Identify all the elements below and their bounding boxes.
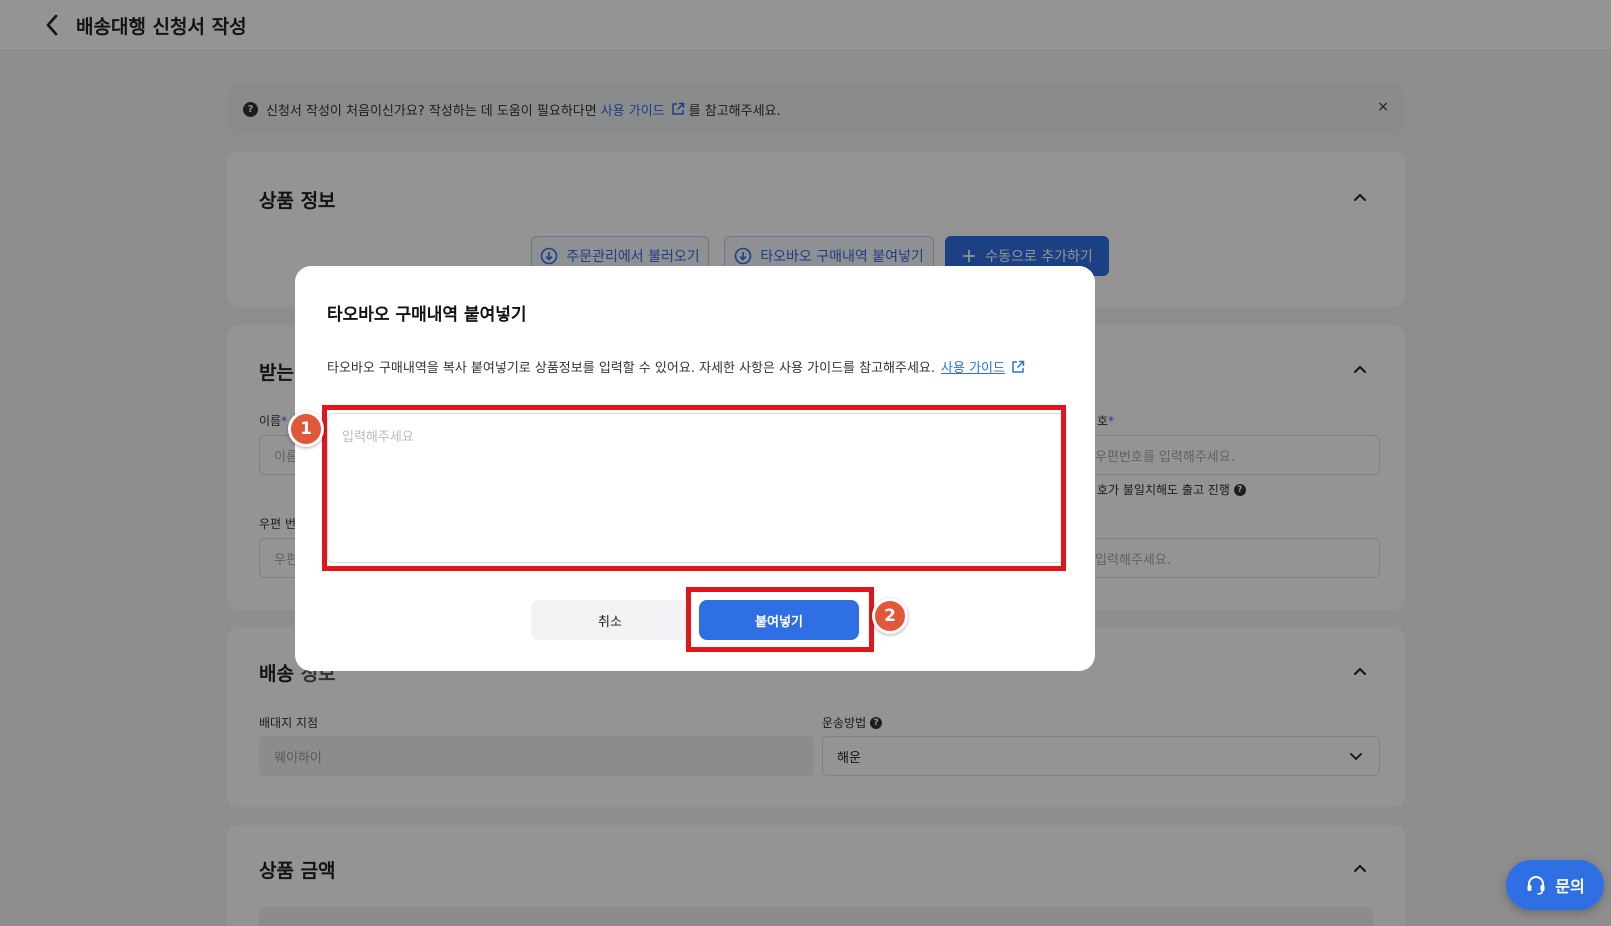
inquiry-button[interactable]: 문의 bbox=[1506, 860, 1604, 910]
modal-title: 타오바오 구매내역 붙여넣기 bbox=[327, 305, 527, 325]
inquiry-label: 문의 bbox=[1555, 877, 1585, 896]
headset-icon bbox=[1527, 876, 1545, 895]
cancel-button[interactable]: 취소 bbox=[531, 600, 689, 640]
step-badge-2: 2 bbox=[872, 598, 908, 634]
taobao-paste-modal: 타오바오 구매내역 붙여넣기 타오바오 구매내역을 복사 붙여넣기로 상품정보를… bbox=[295, 266, 1095, 671]
external-link-icon bbox=[1012, 360, 1025, 373]
modal-guide-link-label: 사용 가이드 bbox=[941, 361, 1005, 376]
paste-textarea[interactable] bbox=[327, 413, 1065, 563]
paste-button[interactable]: 붙여넣기 bbox=[699, 600, 859, 640]
modal-description: 타오바오 구매내역을 복사 붙여넣기로 상품정보를 입력할 수 있어요. 자세한… bbox=[327, 357, 1025, 376]
modal-description-text: 타오바오 구매내역을 복사 붙여넣기로 상품정보를 입력할 수 있어요. 자세한… bbox=[327, 361, 936, 376]
modal-guide-link[interactable]: 사용 가이드 bbox=[941, 357, 1025, 376]
step-badge-1: 1 bbox=[288, 411, 324, 447]
